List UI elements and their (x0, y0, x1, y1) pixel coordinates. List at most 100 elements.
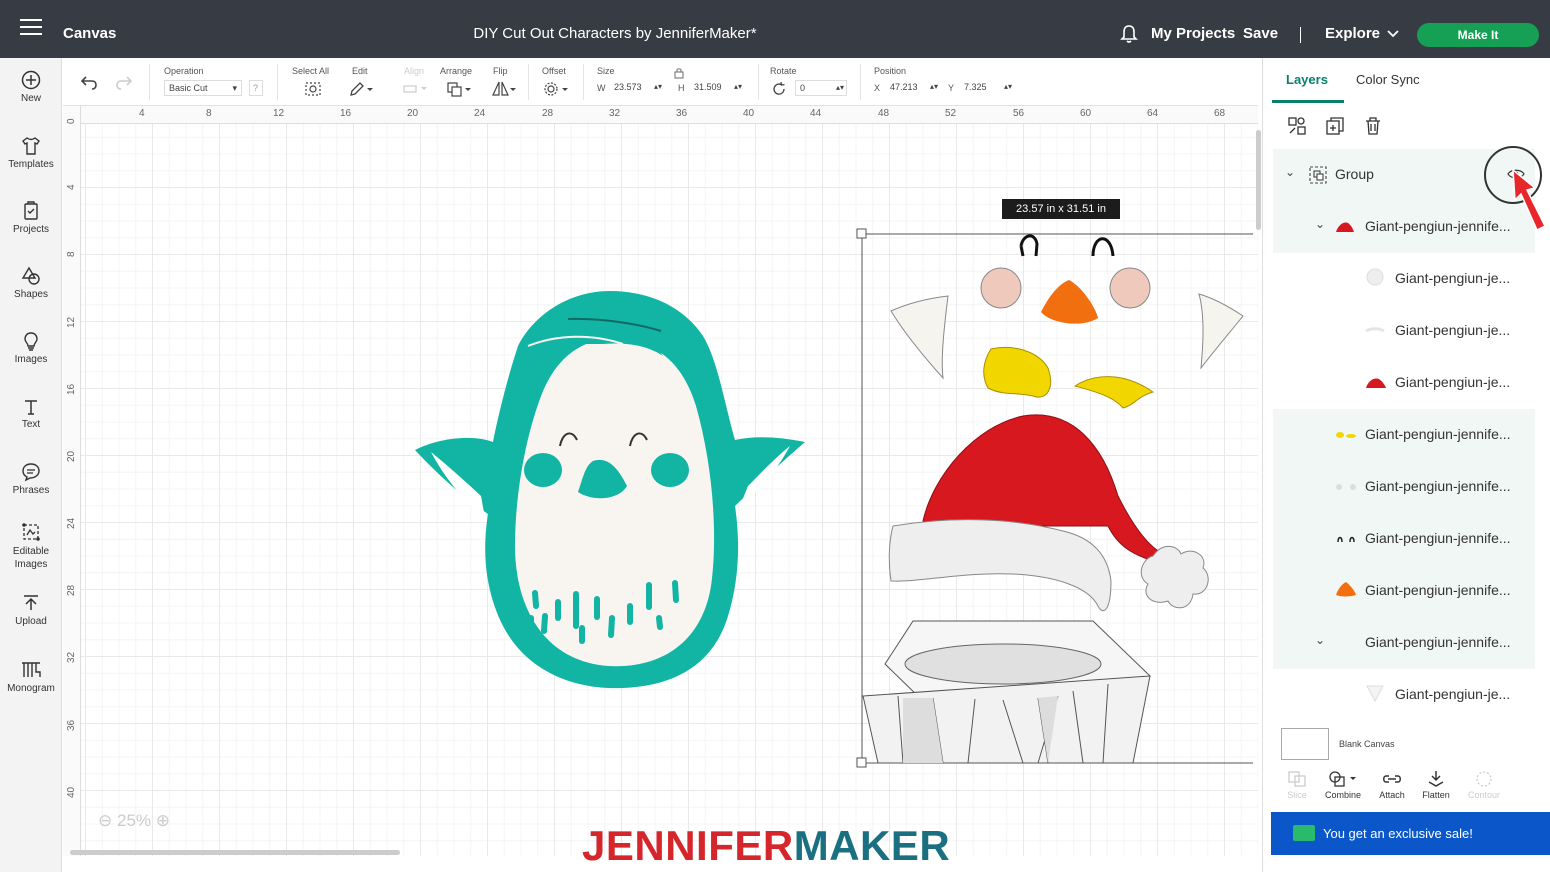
select-all-icon[interactable] (304, 81, 322, 97)
layer-label: Giant-pengiun-je... (1395, 686, 1511, 702)
group-icon (1309, 166, 1327, 184)
promo-banner[interactable]: You get an exclusive sale! (1271, 812, 1550, 855)
ruler-tick: 68 (1214, 108, 1226, 119)
layer-row[interactable]: ⌄ Giant-pengiun-jennife... (1273, 617, 1535, 669)
layer-label: Giant-pengiun-jennife... (1365, 634, 1511, 650)
nav-images[interactable]: Images (0, 331, 62, 365)
x-position-input[interactable]: 47.213 ▴▾ (886, 80, 938, 96)
ungroup-icon[interactable] (1287, 116, 1307, 136)
offset-icon[interactable] (542, 81, 570, 97)
layer-row[interactable]: Giant-pengiun-jennife... (1273, 409, 1535, 461)
top-ruler: 4 8 12 16 20 24 28 32 36 40 44 48 52 56 … (63, 106, 1258, 124)
nav-monogram[interactable]: Monogram (0, 660, 62, 694)
dropdown-caret-icon: ▾ (232, 83, 237, 93)
redo-icon[interactable] (115, 75, 133, 91)
flatten-button[interactable]: Flatten (1412, 770, 1460, 800)
ruler-tick: 12 (66, 316, 77, 328)
nav-phrases[interactable]: Phrases (0, 462, 62, 496)
layer-row[interactable]: Giant-pengiun-je... (1273, 357, 1535, 409)
zoom-control[interactable]: ⊖ 25% ⊕ (98, 811, 170, 831)
undo-icon[interactable] (80, 75, 98, 91)
brim-thumbnail-icon (1365, 327, 1385, 333)
rotate-input[interactable]: 0 ▴▾ (795, 80, 847, 96)
layer-label: Giant-pengiun-je... (1395, 270, 1511, 286)
contour-button[interactable]: Contour (1460, 770, 1508, 800)
vertical-scrollbar[interactable] (1256, 130, 1261, 230)
tab-color-sync[interactable]: Color Sync (1356, 72, 1420, 87)
layer-row[interactable]: Giant-pengiun-jennife... (1273, 461, 1535, 513)
contour-label: Contour (1467, 790, 1501, 800)
operation-value: Basic Cut (169, 83, 208, 93)
ruler-tick: 4 (66, 184, 77, 190)
nav-editable-images[interactable]: Editable Images (0, 522, 62, 571)
flatten-label: Flatten (1422, 790, 1450, 800)
teal-penguin[interactable] (415, 291, 805, 689)
nav-new[interactable]: New (0, 70, 62, 104)
edit-pencil-icon[interactable] (348, 81, 374, 97)
chevron-down-icon[interactable] (1387, 30, 1399, 38)
chevron-down-icon[interactable]: ⌄ (1315, 217, 1325, 231)
arrange-icon[interactable] (446, 81, 472, 97)
attach-button[interactable]: Attach (1368, 770, 1416, 800)
pompom-thumbnail-icon (1366, 268, 1384, 286)
ruler-tick: 60 (1080, 108, 1092, 119)
toolbar-separator (758, 64, 759, 100)
nav-projects[interactable]: Projects (0, 201, 62, 235)
tab-layers[interactable]: Layers (1286, 72, 1328, 87)
nav-upload[interactable]: Upload (0, 593, 62, 627)
penguin-pieces[interactable] (862, 234, 1244, 764)
nav-shapes[interactable]: Shapes (0, 266, 62, 300)
explore-menu[interactable]: Explore (1325, 25, 1380, 42)
ruler-tick: 24 (66, 517, 77, 529)
my-projects-link[interactable]: My Projects (1151, 25, 1235, 42)
nav-templates[interactable]: Templates (0, 136, 62, 170)
ruler-tick: 32 (609, 108, 621, 119)
height-input[interactable]: 31.509 ▴▾ (690, 80, 742, 96)
ruler-tick: 28 (542, 108, 554, 119)
layer-row[interactable]: Giant-pengiun-jennife... (1273, 513, 1535, 565)
layer-label: Giant-pengiun-jennife... (1365, 426, 1511, 442)
flatten-icon (1428, 771, 1444, 787)
ruler-tick: 40 (743, 108, 755, 119)
slice-icon (1288, 771, 1306, 787)
chevron-down-icon[interactable]: ⌄ (1315, 633, 1325, 647)
nav-editable-images-label: Editable Images (12, 546, 50, 570)
trash-icon[interactable] (1363, 116, 1383, 136)
layer-row[interactable]: ⌄ Giant-pengiun-jennife... (1273, 201, 1535, 253)
layer-label: Giant-pengiun-je... (1395, 374, 1511, 390)
blank-canvas-swatch[interactable] (1281, 728, 1329, 760)
operation-help-button[interactable]: ? (249, 80, 263, 96)
layer-row[interactable]: Giant-pengiun-je... (1273, 253, 1535, 305)
flip-icon[interactable] (490, 80, 516, 98)
lock-icon[interactable] (674, 67, 684, 79)
offset-label: Offset (542, 66, 566, 76)
ruler-tick: 36 (66, 719, 77, 731)
horizontal-scrollbar[interactable] (70, 850, 400, 855)
design-canvas[interactable]: 23.57 in x 31.51 in (63, 106, 1258, 856)
slice-button[interactable]: Slice (1273, 770, 1321, 800)
lightbulb-icon (24, 332, 38, 351)
layer-row[interactable]: Giant-pengiun-je... (1273, 305, 1535, 357)
make-it-button[interactable]: Make It (1417, 23, 1539, 47)
width-input[interactable]: 23.573 ▴▾ (610, 80, 662, 96)
zoom-out-icon[interactable]: ⊖ (98, 811, 112, 830)
layer-row[interactable]: Giant-pengiun-je... (1273, 669, 1535, 721)
layer-row[interactable]: Giant-pengiun-jennife... (1273, 565, 1535, 617)
save-button[interactable]: Save (1243, 25, 1278, 42)
watermark-part2: MAKER (793, 822, 951, 869)
y-position-input[interactable]: 7.325 ▴▾ (960, 80, 1012, 96)
duplicate-icon[interactable] (1325, 116, 1345, 136)
zoom-in-icon[interactable]: ⊕ (156, 811, 170, 830)
chevron-down-icon[interactable]: ⌄ (1285, 165, 1295, 179)
operation-select[interactable]: Basic Cut ▾ (164, 80, 242, 96)
edit-toolbar: Operation Basic Cut ▾ ? Select All Edit A… (63, 58, 1258, 106)
nav-text[interactable]: Text (0, 398, 62, 430)
ruler-tick: 20 (407, 108, 419, 119)
header-divider (1300, 27, 1301, 43)
combine-button[interactable]: Combine (1319, 770, 1367, 800)
toolbar-separator (277, 64, 278, 100)
ruler-tick: 4 (139, 108, 145, 119)
bell-icon[interactable] (1120, 24, 1138, 44)
align-label: Align (404, 66, 425, 76)
align-icon[interactable] (402, 83, 428, 95)
